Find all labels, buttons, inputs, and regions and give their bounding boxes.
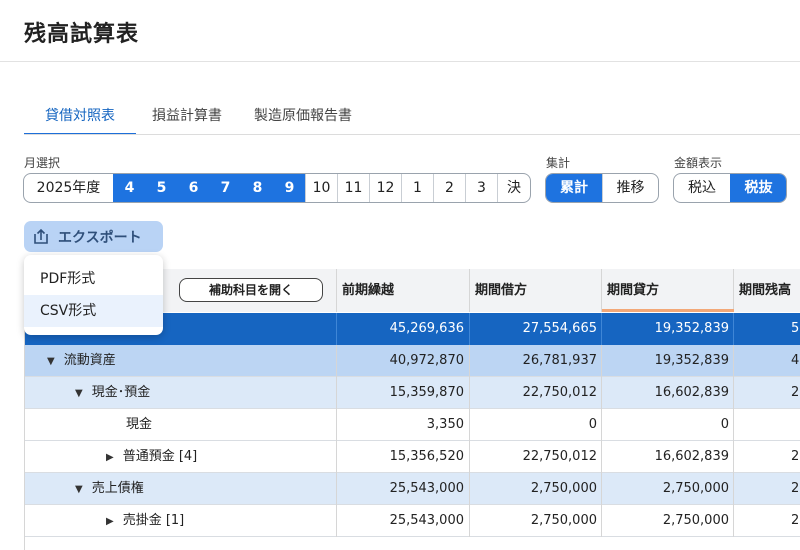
tab-income-statement[interactable]: 損益計算書 <box>152 100 222 135</box>
month-select-label: 月選択 <box>24 156 61 170</box>
month-4[interactable]: 4 <box>113 174 145 202</box>
open-sub-accounts-button[interactable]: 補助科目を開く <box>179 278 323 302</box>
export-pdf-option[interactable]: PDF形式 <box>24 263 163 295</box>
month-2[interactable]: 2 <box>433 174 465 202</box>
col-prior-balance: 前期繰越 <box>336 269 469 312</box>
tax-excluded-option[interactable]: 税抜 <box>730 174 786 202</box>
month-9[interactable]: 9 <box>273 174 305 202</box>
aggregate-trend[interactable]: 推移 <box>602 174 658 202</box>
table-row[interactable]: ▼売上債権 25,543,000 2,750,000 2,750,000 25 <box>25 473 800 505</box>
month-7[interactable]: 7 <box>209 174 241 202</box>
month-3[interactable]: 3 <box>465 174 497 202</box>
export-button-label: エクスポート <box>58 229 142 246</box>
table-row[interactable]: ▼ 現金･預金 15,359,870 22,750,012 16,602,839 … <box>25 377 800 409</box>
tab-manufacturing-cost[interactable]: 製造原価報告書 <box>254 100 352 135</box>
month-6[interactable]: 6 <box>177 174 209 202</box>
table-row[interactable]: ▶ 普通預金 [4] 15,356,520 22,750,012 16,602,8… <box>25 441 800 473</box>
month-1[interactable]: 1 <box>401 174 433 202</box>
month-11[interactable]: 11 <box>337 174 369 202</box>
header: 残高試算表 <box>0 0 800 62</box>
tab-balance-sheet[interactable]: 貸借対照表 <box>24 100 136 135</box>
amount-display-toggle: 税込 税抜 <box>673 173 787 203</box>
fiscal-year-select[interactable]: 2025年度 <box>24 174 113 202</box>
aggregate-cumulative[interactable]: 累計 <box>546 174 602 202</box>
sort-indicator <box>602 309 734 312</box>
aggregate-label: 集計 <box>546 156 571 170</box>
table-row[interactable]: ▶ 売掛金 [1] 25,543,000 2,750,000 2,750,000 … <box>25 505 800 537</box>
month-closing[interactable]: 決 <box>497 174 530 202</box>
export-button[interactable]: エクスポート <box>24 221 163 252</box>
caret-down-icon[interactable]: ▼ <box>75 378 83 410</box>
caret-down-icon[interactable]: ▼ <box>75 474 83 506</box>
month-selector: 2025年度 4 5 6 7 8 9 10 11 12 1 2 3 決 <box>23 173 531 203</box>
export-menu: PDF形式 CSV形式 <box>24 255 163 335</box>
table-row[interactable]: 現金 3,350 0 0 <box>25 409 800 441</box>
aggregate-toggle: 累計 推移 <box>545 173 659 203</box>
report-tabs: 貸借対照表 損益計算書 製造原価報告書 <box>24 100 384 135</box>
month-8[interactable]: 8 <box>241 174 273 202</box>
month-12[interactable]: 12 <box>369 174 401 202</box>
col-period-credit: 期間貸方 <box>601 269 734 312</box>
col-period-debit: 期間借方 <box>469 269 602 312</box>
export-csv-option[interactable]: CSV形式 <box>24 295 163 327</box>
page-title: 残高試算表 <box>24 22 140 47</box>
caret-right-icon[interactable]: ▶ <box>106 442 114 474</box>
month-10[interactable]: 10 <box>305 174 337 202</box>
caret-down-icon[interactable]: ▼ <box>47 346 55 378</box>
tabs-divider <box>24 134 800 135</box>
tax-included-option[interactable]: 税込 <box>674 174 730 202</box>
table-row[interactable]: ▼ 流動資産 40,972,870 26,781,937 19,352,839 4… <box>25 345 800 377</box>
amount-display-label: 金額表示 <box>674 156 723 170</box>
month-5[interactable]: 5 <box>145 174 177 202</box>
upload-icon <box>34 228 48 244</box>
col-period-balance: 期間残高 <box>733 269 800 312</box>
caret-right-icon[interactable]: ▶ <box>106 506 114 538</box>
